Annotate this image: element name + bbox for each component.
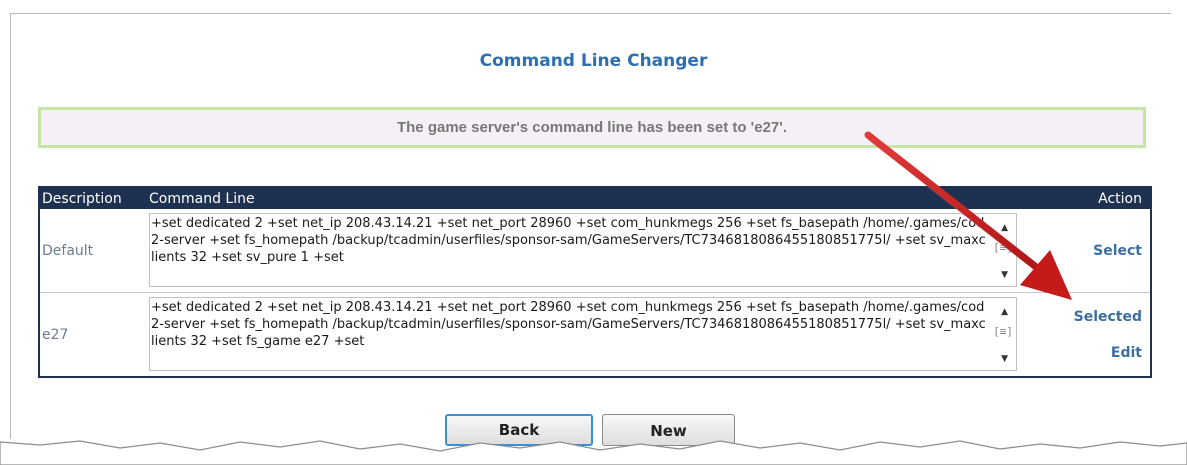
- torn-edge: [0, 440, 1187, 465]
- screenshot-frame: Command Line Changer The game server's c…: [0, 0, 1187, 465]
- annotation-arrow-icon: [864, 131, 1072, 300]
